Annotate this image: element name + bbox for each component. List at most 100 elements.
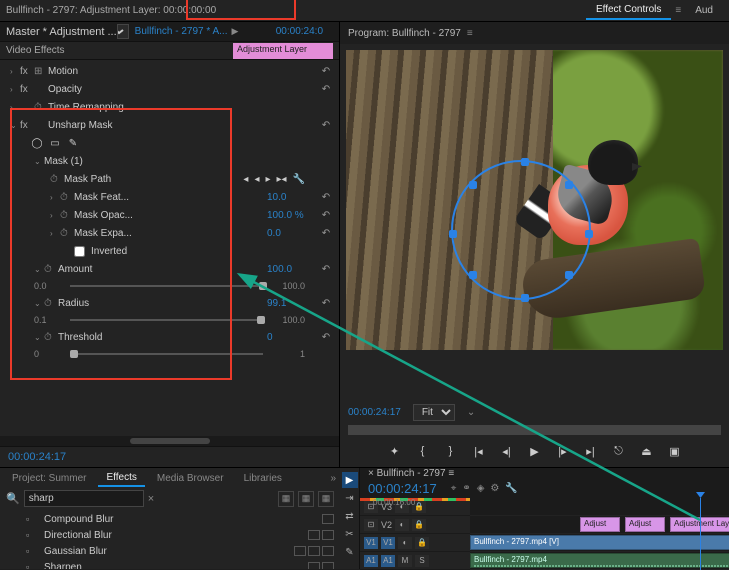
stopwatch-icon[interactable]: ⏱ [34, 102, 48, 113]
transform-icon[interactable]: ⊞ [34, 66, 48, 77]
reset-icon[interactable]: ↶ [317, 84, 335, 95]
effect-directional-blur[interactable]: ▫Directional Blur [6, 527, 334, 543]
clip-adjustment-2[interactable]: Adjust [625, 517, 665, 532]
caret-icon[interactable]: ⌄ [34, 157, 44, 166]
snap-icon[interactable]: ⌖ [451, 483, 457, 494]
clip-video[interactable]: Bullfinch - 2797.mp4 [V] [470, 535, 729, 550]
threshold-value[interactable]: 0 [267, 332, 317, 343]
track-header-v1[interactable]: V1V1◐🔒 [360, 534, 470, 552]
threshold-slider[interactable] [70, 353, 263, 355]
mask-shape-overlay[interactable] [451, 160, 591, 300]
tab-libraries[interactable]: Libraries [236, 471, 290, 486]
toggle-track-icon[interactable]: ⊡ [364, 519, 378, 531]
stopwatch-icon[interactable]: ⏱ [44, 264, 58, 275]
monitor-ruler[interactable] [348, 425, 721, 435]
tab-media-browser[interactable]: Media Browser [149, 471, 232, 486]
amount-slider[interactable] [70, 285, 263, 287]
clip-audio[interactable]: Bullfinch - 2797.mp4 [470, 553, 729, 568]
marker-icon[interactable]: ◈ [477, 483, 485, 494]
reset-icon[interactable]: ↶ [317, 298, 335, 309]
pen-mask-icon[interactable]: ✎ [66, 136, 80, 150]
rect-mask-icon[interactable]: ▭ [48, 136, 62, 150]
ripple-tool-icon[interactable]: ⇄ [342, 508, 358, 524]
clear-search-icon[interactable]: × [148, 493, 154, 505]
unsharp-mask-effect[interactable]: Unsharp Mask [48, 120, 317, 131]
stopwatch-icon[interactable]: ⏱ [50, 174, 64, 185]
mark-in-icon[interactable]: { [413, 443, 433, 459]
reset-icon[interactable]: ↶ [317, 332, 335, 343]
panel-timecode[interactable]: 00:00:24:17 [0, 446, 339, 467]
clip-adjustment-1[interactable]: Adjust [580, 517, 620, 532]
caret-icon[interactable]: › [10, 103, 20, 112]
panel-overflow-icon[interactable]: » [330, 473, 336, 484]
radius-slider[interactable] [70, 319, 263, 321]
play-icon[interactable]: ▶ [525, 443, 545, 459]
step-forward-icon[interactable]: |▸ [553, 443, 573, 459]
reset-icon[interactable]: ↶ [317, 66, 335, 77]
ellipse-mask-icon[interactable]: ◯ [30, 136, 44, 150]
settings-icon[interactable]: ⚙ [490, 483, 499, 494]
opacity-effect[interactable]: Opacity [48, 84, 317, 95]
add-marker-icon[interactable]: ✦ [385, 443, 405, 459]
tab-effect-controls[interactable]: Effect Controls [586, 1, 671, 20]
adjustment-layer-bar[interactable]: Adjustment Layer [233, 43, 333, 59]
caret-icon[interactable]: › [50, 193, 60, 202]
track-header-v2[interactable]: ⊡V2◐🔒 [360, 516, 470, 534]
caret-icon[interactable]: › [50, 211, 60, 220]
accelerated-filter-icon[interactable]: ▦ [278, 491, 294, 507]
effect-compound-blur[interactable]: ▫Compound Blur [6, 511, 334, 527]
caret-icon[interactable]: ⌄ [34, 333, 44, 342]
selection-tool-icon[interactable]: ▶ [342, 472, 358, 488]
tab-project[interactable]: Project: Summer [4, 471, 94, 486]
caret-icon[interactable]: ⌄ [34, 265, 44, 274]
export-frame-icon[interactable]: ▣ [665, 443, 685, 459]
horizontal-scrollbar[interactable] [0, 436, 339, 446]
time-remapping-effect[interactable]: Time Remapping [48, 102, 335, 113]
master-dropdown[interactable] [117, 24, 129, 39]
tab-menu-icon[interactable]: ≡ [671, 5, 685, 16]
mask-opacity-value[interactable]: 100.0 % [267, 210, 317, 221]
reset-icon[interactable]: ↶ [317, 264, 335, 275]
target-a1[interactable]: A1 [381, 555, 395, 567]
stopwatch-icon[interactable]: ⏱ [44, 332, 58, 343]
32bit-filter-icon[interactable]: ▦ [298, 491, 314, 507]
step-back-icon[interactable]: ◂| [497, 443, 517, 459]
go-to-in-icon[interactable]: |◂ [469, 443, 489, 459]
reset-icon[interactable]: ↶ [317, 120, 335, 131]
caret-icon[interactable]: › [10, 67, 20, 76]
reset-icon[interactable]: ↶ [317, 192, 335, 203]
play-mini-icon[interactable]: ▶ [232, 26, 239, 37]
fx-badge-icon[interactable]: fx [20, 66, 34, 77]
source-patch-a1[interactable]: A1 [364, 555, 378, 567]
stopwatch-icon[interactable]: ⏱ [60, 192, 74, 203]
sequence-tab[interactable]: × Bullfinch - 2797 ≡ [368, 468, 454, 479]
reset-icon[interactable]: ↶ [317, 228, 335, 239]
track-select-tool-icon[interactable]: ⇥ [342, 490, 358, 506]
mask-wrench-icon[interactable]: 🔧 [293, 174, 305, 185]
mark-out-icon[interactable]: } [441, 443, 461, 459]
mute-icon[interactable]: ◐ [395, 519, 409, 531]
inverted-checkbox[interactable] [74, 246, 85, 257]
caret-icon[interactable]: ⌄ [10, 121, 20, 130]
solo-icon[interactable]: S [415, 555, 429, 567]
linked-selection-icon[interactable]: ⚭ [462, 483, 470, 494]
track-header-a1[interactable]: A1A1MS [360, 552, 470, 570]
razor-tool-icon[interactable]: ✂ [342, 526, 358, 542]
timeline-tracks-area[interactable]: Adjust Adjust Adjustment Layer Bullfinch… [470, 498, 729, 570]
lock-icon[interactable]: 🔒 [415, 537, 429, 549]
source-patch-v1[interactable]: V1 [364, 537, 378, 549]
mask-play-icon[interactable]: ▸ [265, 174, 270, 185]
tab-effects[interactable]: Effects [98, 470, 144, 487]
lift-icon[interactable]: ⎋ [609, 443, 629, 459]
stopwatch-icon[interactable]: ⏱ [60, 210, 74, 221]
motion-effect[interactable]: Motion [48, 66, 317, 77]
mask-step-fwd-icon[interactable]: ▸◂ [277, 174, 287, 185]
caret-icon[interactable]: ⌄ [34, 299, 44, 308]
mute-icon[interactable]: M [398, 555, 412, 567]
mask-1[interactable]: Mask (1) [44, 156, 335, 167]
tab-audio[interactable]: Aud [685, 2, 723, 19]
mask-feather-value[interactable]: 10.0 [267, 192, 317, 203]
monitor-timecode[interactable]: 00:00:24:17 [348, 407, 401, 418]
mask-prev-kf-icon[interactable]: ◂ [243, 174, 248, 185]
pen-tool-icon[interactable]: ✎ [342, 544, 358, 560]
